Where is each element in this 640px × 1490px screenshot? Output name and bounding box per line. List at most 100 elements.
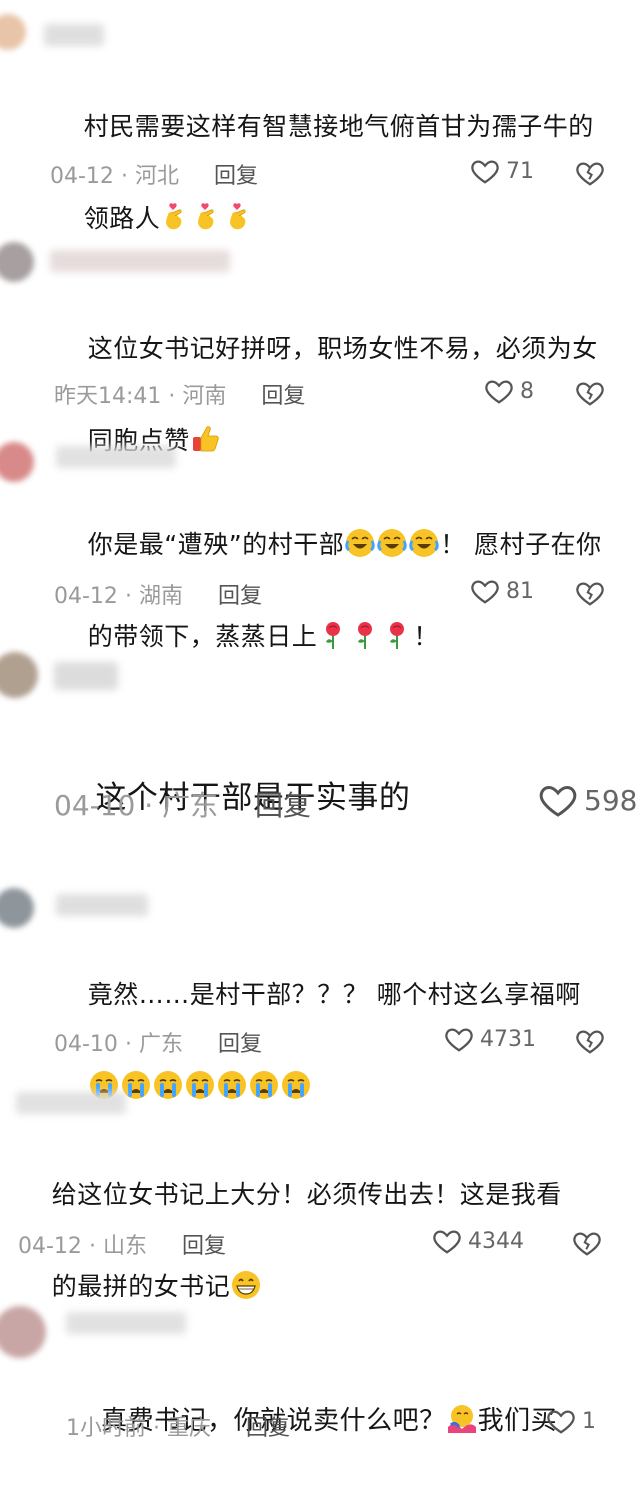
comment-meta: 04-12 · 湖南 回复 <box>54 578 262 610</box>
comment-text-line: 你是最“遭殃”的村干部 <box>87 530 345 559</box>
reply-button[interactable]: 回复 <box>246 1416 290 1441</box>
comment-date: 04-10 <box>54 789 136 822</box>
dislike-icon[interactable] <box>575 378 605 408</box>
crying-laugh-emoji <box>408 527 440 559</box>
like-count: 71 <box>506 158 534 184</box>
rose-emoji <box>349 619 381 651</box>
comment-date: 1小时前 <box>66 1416 146 1441</box>
crying-laugh-emoji <box>376 527 408 559</box>
dislike-icon[interactable] <box>575 1026 605 1056</box>
heart-icon <box>432 1226 462 1256</box>
like-button[interactable]: 81 <box>470 576 534 606</box>
like-count: 8 <box>520 378 534 404</box>
avatar[interactable] <box>0 652 38 698</box>
comment-date: 04-12 <box>50 164 114 189</box>
comment-meta: 04-10 · 广东 回复 <box>54 784 311 824</box>
comment-text-line: 给这位女书记上大分！必须传出去！这是我看 <box>51 1180 562 1209</box>
like-button[interactable]: 71 <box>470 156 534 186</box>
comment-text-line: 的最拼的女书记 <box>51 1272 231 1301</box>
avatar[interactable] <box>0 14 26 50</box>
hand-heart-emoji <box>160 201 192 233</box>
comment-location: 河南 <box>182 384 227 409</box>
avatar[interactable] <box>0 442 34 482</box>
crying-emoji <box>216 1069 248 1101</box>
crying-emoji <box>280 1069 312 1101</box>
like-count: 4731 <box>480 1026 536 1052</box>
comment-meta: 1小时前 · 重庆 回复 <box>66 1410 290 1442</box>
grin-emoji <box>230 1269 262 1301</box>
like-button[interactable]: 598 <box>538 780 637 820</box>
like-button[interactable]: 4731 <box>444 1024 536 1054</box>
dislike-icon[interactable] <box>575 158 605 188</box>
separator-dot: · <box>88 1234 96 1259</box>
crying-emoji <box>184 1069 216 1101</box>
reply-button[interactable]: 回复 <box>255 789 311 822</box>
comment-meta: 04-10 · 广东 回复 <box>54 1026 262 1058</box>
reply-button[interactable]: 回复 <box>218 584 262 609</box>
comment-location: 河北 <box>134 164 179 189</box>
separator-dot: · <box>144 789 154 822</box>
comment-text-line: 村民需要这样有智慧接地气俯首甘为孺子牛的 <box>83 112 594 141</box>
comment-date: 昨天14:41 <box>54 384 162 409</box>
heart-icon <box>484 376 514 406</box>
username-blurred[interactable] <box>56 894 148 916</box>
like-button[interactable]: 8 <box>484 376 534 406</box>
username-blurred[interactable] <box>54 662 118 690</box>
comment-date: 04-12 <box>18 1234 82 1259</box>
comment-text-line: 的带领下，蒸蒸日上 <box>87 622 318 651</box>
heart-icon <box>538 780 578 820</box>
separator-dot: · <box>120 164 128 189</box>
crying-laugh-emoji <box>344 527 376 559</box>
username-blurred[interactable] <box>56 446 176 468</box>
crying-emoji <box>248 1069 280 1101</box>
thumbs-up-emoji <box>190 423 222 455</box>
heart-icon <box>470 576 500 606</box>
like-count: 81 <box>506 578 534 604</box>
comment-text-line: ！ 愿村子在你 <box>440 530 602 559</box>
avatar[interactable] <box>0 242 34 282</box>
username-blurred[interactable] <box>50 250 230 272</box>
reply-button[interactable]: 回复 <box>218 1032 262 1057</box>
like-button[interactable]: 1 <box>546 1406 596 1436</box>
separator-dot: · <box>124 584 132 609</box>
comment-location: 重庆 <box>167 1416 212 1441</box>
comment-date: 04-10 <box>54 1032 118 1057</box>
dislike-icon[interactable] <box>572 1228 602 1258</box>
comment-meta: 04-12 · 山东 回复 <box>18 1228 226 1260</box>
heart-icon <box>470 156 500 186</box>
reply-button[interactable]: 回复 <box>261 384 305 409</box>
reply-button[interactable]: 回复 <box>182 1234 226 1259</box>
like-count: 598 <box>584 783 638 817</box>
rose-emoji <box>317 619 349 651</box>
like-count: 1 <box>582 1408 596 1434</box>
like-count: 4344 <box>468 1228 524 1254</box>
comment-location: 广东 <box>138 1032 183 1057</box>
separator-dot: · <box>153 1416 160 1441</box>
username-blurred[interactable] <box>44 24 104 46</box>
comment-text-line: 竟然……是村干部？？？ 哪个村这么享福啊 <box>87 980 581 1009</box>
username-blurred[interactable] <box>16 1092 126 1114</box>
hug-emoji <box>446 1403 478 1435</box>
comment-meta: 04-12 · 河北 回复 <box>50 158 258 190</box>
comment-date: 04-12 <box>54 584 118 609</box>
comment-meta: 昨天14:41 · 河南 回复 <box>54 378 305 410</box>
avatar[interactable] <box>0 888 34 928</box>
separator-dot: · <box>124 1032 132 1057</box>
heart-icon <box>444 1024 474 1054</box>
separator-dot: · <box>168 384 176 409</box>
hand-heart-emoji <box>224 201 256 233</box>
hand-heart-emoji <box>192 201 224 233</box>
dislike-icon[interactable] <box>575 578 605 608</box>
username-blurred[interactable] <box>66 1312 186 1334</box>
comment-text-line: 领路人 <box>83 204 161 233</box>
crying-emoji <box>152 1069 184 1101</box>
comment-text-line: ！ <box>413 622 439 651</box>
comment-location: 山东 <box>102 1234 147 1259</box>
comment-text-line: 这位女书记好拼呀，职场女性不易，必须为女 <box>87 334 598 363</box>
like-button[interactable]: 4344 <box>432 1226 524 1256</box>
rose-emoji <box>381 619 413 651</box>
reply-button[interactable]: 回复 <box>214 164 258 189</box>
heart-icon <box>546 1406 576 1436</box>
comment-location: 广东 <box>162 789 219 822</box>
comment-location: 湖南 <box>138 584 183 609</box>
